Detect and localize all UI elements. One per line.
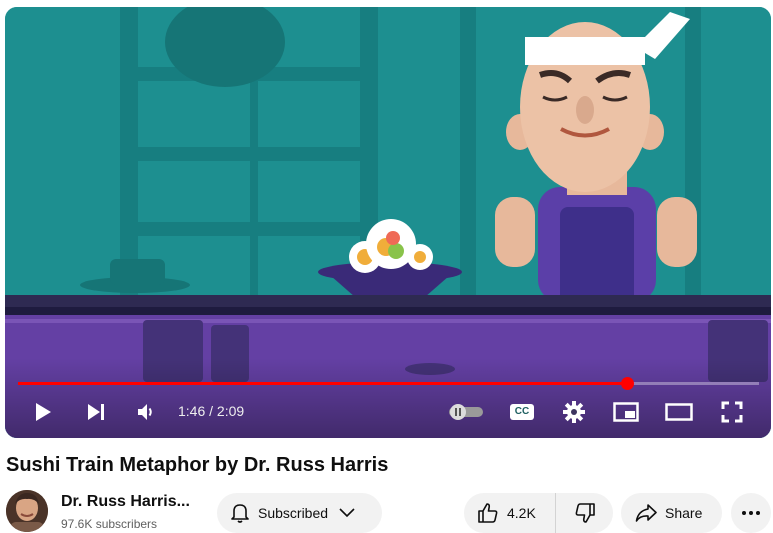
settings-gear-icon — [563, 401, 585, 423]
volume-icon — [138, 404, 152, 420]
settings-button[interactable] — [560, 399, 588, 425]
channel-avatar[interactable] — [6, 490, 48, 532]
more-horizontal-icon — [742, 511, 760, 515]
controls-gradient — [5, 358, 771, 438]
subscribed-button[interactable]: Subscribed — [217, 493, 382, 533]
play-button[interactable] — [30, 399, 56, 425]
subscriber-count: 97.6K subscribers — [61, 517, 158, 531]
like-button[interactable]: 4.2K — [464, 493, 556, 533]
video-player[interactable]: 1:46 / 2:09 CC — [5, 7, 771, 438]
like-count: 4.2K — [507, 505, 536, 521]
thumbs-down-icon — [575, 503, 595, 523]
play-icon — [36, 403, 51, 421]
progress-played — [18, 382, 627, 385]
captions-button[interactable]: CC — [508, 399, 536, 425]
miniplayer-icon — [613, 402, 639, 422]
video-title: Sushi Train Metaphor by Dr. Russ Harris — [6, 454, 389, 476]
fullscreen-icon — [721, 401, 743, 423]
avatar-image — [6, 490, 48, 532]
thumbs-up-icon — [478, 503, 498, 523]
share-button[interactable]: Share — [621, 493, 722, 533]
bell-icon — [231, 504, 249, 523]
subscribed-label: Subscribed — [258, 505, 329, 521]
like-dislike-group: 4.2K — [464, 493, 613, 533]
channel-name[interactable]: Dr. Russ Harris... — [61, 493, 190, 511]
theater-mode-icon — [665, 403, 693, 421]
autoplay-toggle-icon — [449, 404, 483, 420]
more-actions-button[interactable] — [731, 493, 771, 533]
next-icon — [88, 404, 104, 420]
progress-scrubber[interactable] — [620, 377, 634, 390]
progress-bar[interactable] — [18, 377, 759, 390]
volume-button[interactable] — [133, 399, 159, 425]
time-display: 1:46 / 2:09 — [178, 403, 245, 419]
next-button[interactable] — [83, 399, 109, 425]
dislike-button[interactable] — [556, 493, 613, 533]
captions-label: CC — [514, 406, 530, 417]
chevron-down-icon — [339, 508, 355, 518]
fullscreen-button[interactable] — [718, 399, 746, 425]
autoplay-toggle[interactable] — [446, 399, 486, 425]
share-label: Share — [665, 505, 703, 521]
theater-mode-button[interactable] — [665, 399, 693, 425]
share-icon — [635, 504, 657, 522]
miniplayer-button[interactable] — [612, 399, 640, 425]
